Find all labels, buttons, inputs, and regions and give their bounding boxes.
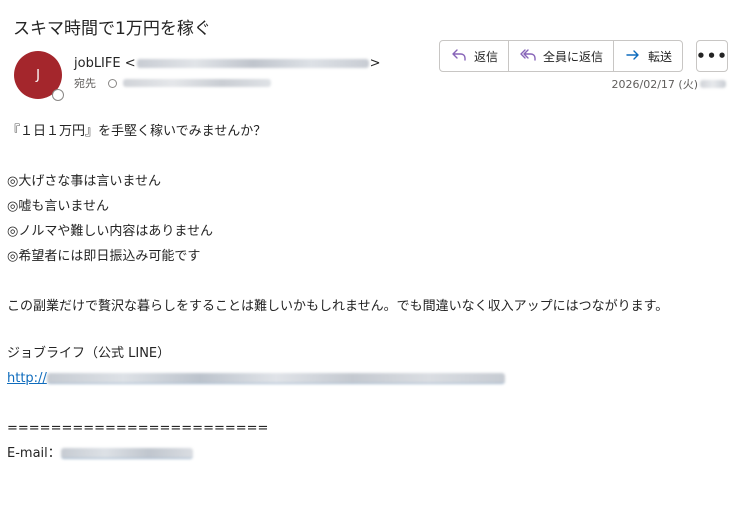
reply-all-button[interactable]: 全員に返信	[509, 41, 615, 71]
message-actions: 返信 全員に返信 転送	[439, 40, 684, 72]
email-body: 『１日１万円』を手堅く稼いでみませんか？ ◎大げさな事は言いません ◎嘘も言いま…	[7, 119, 727, 466]
body-point: ◎ノルマや難しい内容はありません	[7, 224, 213, 239]
body-intro: 『１日１万円』を手堅く稼いでみませんか？	[7, 124, 267, 139]
date-text: 2026/02/17 (火)	[611, 78, 698, 91]
sender-name[interactable]: jobLIFE <	[74, 56, 136, 71]
redacted-link[interactable]	[46, 373, 505, 384]
separator-text: ========================	[7, 421, 269, 436]
sender-line[interactable]: jobLIFE < >	[74, 56, 381, 71]
email-contact-row: E-mail：	[7, 441, 727, 466]
sender-address-close: >	[369, 56, 381, 71]
email-label: E-mail：	[7, 446, 61, 461]
forward-arrow-icon	[624, 46, 642, 67]
to-label: 宛先	[74, 77, 96, 90]
redacted-recipient[interactable]	[123, 79, 271, 87]
presence-status-icon	[52, 89, 64, 101]
email-subject: スキマ時間で1万円を稼ぐ	[13, 19, 211, 39]
recipient-status-icon	[108, 78, 117, 88]
email-reading-pane: スキマ時間で1万円を稼ぐ J jobLIFE < > 宛先 返信 全員に返信 転…	[0, 0, 734, 508]
more-actions-button[interactable]: •••	[696, 40, 728, 72]
body-point: ◎大げさな事は言いません	[7, 174, 161, 189]
avatar-initial: J	[36, 67, 40, 83]
reply-label: 返信	[474, 49, 499, 64]
more-dots-icon: •••	[696, 47, 728, 65]
redacted-email-link[interactable]	[60, 448, 193, 459]
avatar[interactable]: J	[14, 51, 64, 101]
line-link-row: http://	[7, 366, 727, 391]
sent-date: 2026/02/17 (火)	[612, 76, 726, 92]
line-link[interactable]: http://	[7, 366, 47, 391]
forward-button[interactable]: 転送	[614, 41, 682, 71]
line-account-label: ジョブライフ（公式 LINE）	[7, 346, 171, 361]
reply-all-label: 全員に返信	[543, 49, 604, 64]
recipient-line: 宛先	[74, 75, 271, 91]
reply-arrow-icon	[450, 46, 468, 67]
body-point: ◎希望者には即日振込み可能です	[7, 249, 201, 264]
reply-all-arrow-icon	[519, 46, 537, 67]
reply-button[interactable]: 返信	[440, 41, 510, 71]
body-paragraph: この副業だけで贅沢な暮らしをすることは難しいかもしれません。でも間違いなく収入ア…	[7, 299, 669, 314]
body-point: ◎嘘も言いません	[7, 199, 109, 214]
redacted-sender-address	[136, 59, 369, 68]
redacted-time	[700, 80, 726, 88]
forward-label: 転送	[648, 49, 673, 64]
